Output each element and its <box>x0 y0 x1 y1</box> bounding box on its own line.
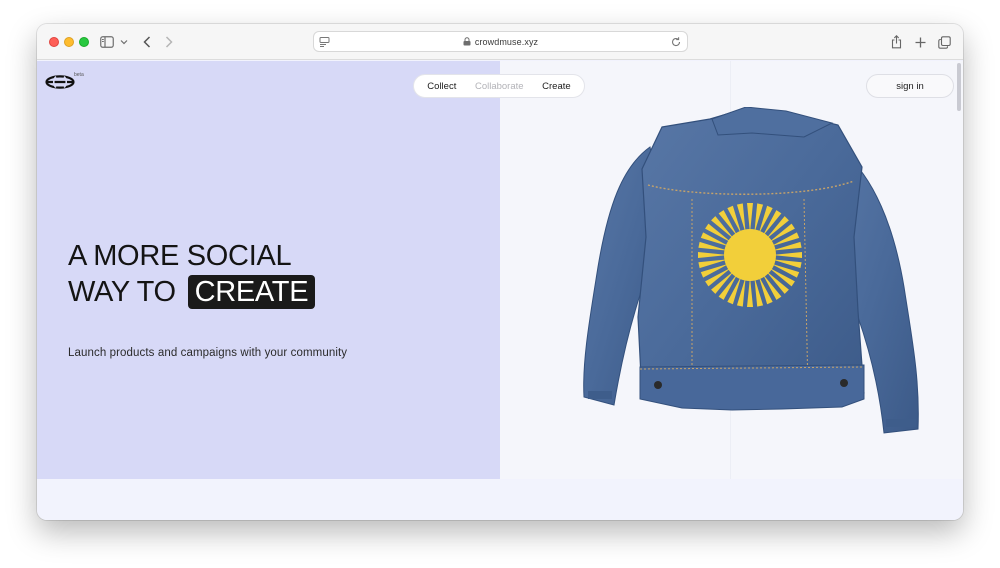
headline-highlight: CREATE <box>187 275 316 309</box>
nav-collect[interactable]: Collect <box>427 81 456 92</box>
sidebar-toggle-icon[interactable] <box>99 32 115 52</box>
browser-toolbar: crowdmuse.xyz <box>37 24 963 60</box>
nav-create[interactable]: Create <box>542 81 571 92</box>
url-text: crowdmuse.xyz <box>474 36 539 47</box>
close-window-button[interactable] <box>49 37 59 47</box>
beta-badge: beta <box>74 72 84 78</box>
zoom-window-button[interactable] <box>79 37 89 47</box>
headline-line-1: A MORE SOCIAL <box>68 240 292 272</box>
lock-icon <box>463 33 471 51</box>
sign-in-button[interactable]: sign in <box>866 74 954 98</box>
forward-arrow-icon[interactable] <box>163 32 175 52</box>
headline-prefix: WAY TO <box>68 276 176 308</box>
nav-collaborate[interactable]: Collaborate <box>475 81 524 92</box>
share-icon[interactable] <box>889 32 903 52</box>
hero-subheadline: Launch products and campaigns with your … <box>68 347 348 359</box>
new-tab-icon[interactable] <box>913 32 927 52</box>
tabs-overview-icon[interactable] <box>936 32 952 52</box>
crowdmuse-logo-icon[interactable] <box>45 75 75 94</box>
main-nav: Collect Collaborate Create <box>413 74 585 98</box>
hero-headline: A MORE SOCIAL WAY TO CREATE <box>68 238 316 310</box>
back-arrow-icon[interactable] <box>141 32 153 52</box>
minimize-window-button[interactable] <box>64 37 74 47</box>
denim-jacket-sun-image <box>583 107 919 434</box>
web-page: beta Collect Collaborate Create sign in … <box>37 61 963 520</box>
address-bar[interactable]: crowdmuse.xyz <box>313 31 688 52</box>
page-scrollbar[interactable] <box>957 63 961 111</box>
chevron-down-icon[interactable] <box>119 32 129 52</box>
reload-icon[interactable] <box>670 35 682 53</box>
browser-window: crowdmuse.xyz beta Collect Collaborate C… <box>37 24 963 520</box>
headline-line-2: WAY TO CREATE <box>68 274 316 310</box>
